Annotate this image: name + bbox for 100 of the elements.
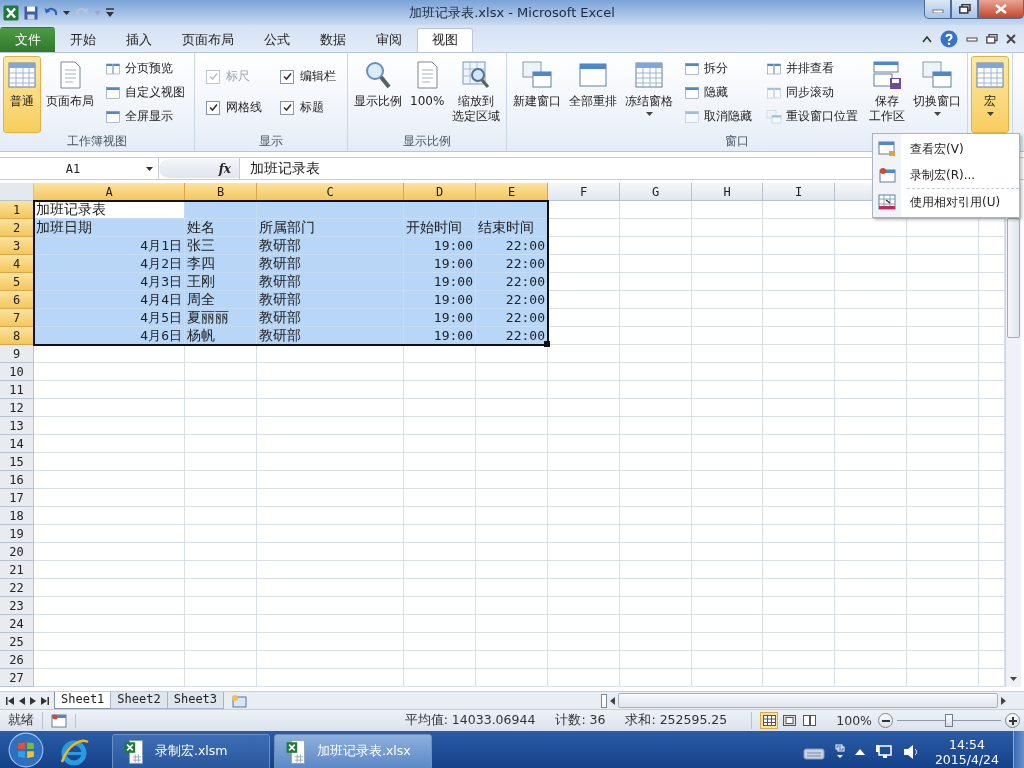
zoom-slider[interactable] bbox=[897, 713, 1001, 728]
column-header[interactable]: I bbox=[763, 183, 835, 201]
row-header[interactable]: 14 bbox=[0, 435, 34, 453]
checkbox[interactable] bbox=[206, 100, 220, 115]
row-header[interactable]: 16 bbox=[0, 471, 34, 489]
ribbon-tab[interactable]: 视图 bbox=[417, 28, 473, 52]
close-button[interactable] bbox=[978, 0, 1024, 19]
windows-icon bbox=[921, 59, 954, 91]
ribbon-button[interactable]: 切换窗口 bbox=[910, 56, 965, 133]
row-header[interactable]: 5 bbox=[0, 273, 34, 291]
menu-item[interactable]: 录制宏(R)... bbox=[873, 162, 1019, 188]
row-header[interactable]: 6 bbox=[0, 291, 34, 309]
column-header[interactable]: C bbox=[257, 183, 404, 201]
ribbon-tab[interactable]: 数据 bbox=[305, 28, 361, 52]
menu-item[interactable]: 使用相对引用(U) bbox=[873, 189, 1019, 215]
row-header[interactable]: 8 bbox=[0, 327, 34, 345]
clock-date[interactable]: 2015/4/24 bbox=[934, 751, 999, 767]
clock-time[interactable]: 14:54 bbox=[948, 736, 985, 752]
insert-function-button[interactable]: fx bbox=[218, 161, 231, 176]
taskbar-button[interactable]: 录制宏.xlsm bbox=[112, 733, 270, 768]
ribbon-button[interactable]: 冻结窗格 bbox=[622, 56, 677, 133]
row-header[interactable]: 11 bbox=[0, 381, 34, 399]
name-box[interactable]: A1 bbox=[0, 158, 159, 179]
row-header[interactable]: 19 bbox=[0, 525, 34, 543]
sheet-tab[interactable]: Sheet3 bbox=[166, 692, 225, 709]
zoom-level[interactable]: 100% bbox=[826, 713, 878, 728]
page-layout-view-button[interactable] bbox=[780, 712, 799, 729]
ribbon-button[interactable]: 页面布局 bbox=[43, 56, 97, 133]
row-header[interactable]: 26 bbox=[0, 651, 34, 669]
row-header[interactable]: 10 bbox=[0, 363, 34, 381]
ribbon-tab[interactable]: 开始 bbox=[55, 28, 111, 52]
row-header[interactable]: 1 bbox=[0, 201, 34, 219]
row-header[interactable]: 2 bbox=[0, 219, 34, 237]
page-break-view-button[interactable] bbox=[800, 712, 819, 729]
row-header[interactable]: 12 bbox=[0, 399, 34, 417]
group-label: 显示比例 bbox=[403, 134, 452, 148]
ribbon-button[interactable]: 隐藏 bbox=[682, 82, 755, 103]
row-header[interactable]: 24 bbox=[0, 615, 34, 633]
formula-input[interactable]: 加班记录表 bbox=[250, 159, 320, 178]
file-tab[interactable]: 文件 bbox=[0, 27, 55, 52]
caret-icon bbox=[986, 112, 994, 116]
row-header[interactable]: 23 bbox=[0, 597, 34, 615]
row-header[interactable]: 13 bbox=[0, 417, 34, 435]
ribbon-button[interactable]: 保存 工作区 bbox=[866, 56, 909, 133]
ribbon-button[interactable]: 普通 bbox=[3, 56, 41, 133]
row-header[interactable]: 15 bbox=[0, 453, 34, 471]
row-header[interactable]: 17 bbox=[0, 489, 34, 507]
row-header[interactable]: 7 bbox=[0, 309, 34, 327]
zoom-out-button[interactable] bbox=[878, 713, 893, 728]
row-header[interactable]: 25 bbox=[0, 633, 34, 651]
row-header[interactable]: 4 bbox=[0, 255, 34, 273]
ribbon-button[interactable]: 显示比例 bbox=[351, 56, 405, 133]
row-header[interactable]: 22 bbox=[0, 579, 34, 597]
status-stat: 求和: 252595.25 bbox=[625, 712, 728, 729]
column-header[interactable]: B bbox=[185, 183, 257, 201]
zoom-in-button[interactable] bbox=[1005, 713, 1020, 728]
sheet-tab[interactable]: Sheet1 bbox=[54, 692, 112, 709]
row-header[interactable]: 3 bbox=[0, 237, 34, 255]
ribbon-tab[interactable]: 页面布局 bbox=[167, 28, 249, 52]
row-header[interactable]: 27 bbox=[0, 669, 34, 687]
fill-handle[interactable] bbox=[544, 341, 550, 347]
menu-item[interactable]: 查看宏(V) bbox=[873, 136, 1019, 162]
zoom-slider-thumb[interactable] bbox=[945, 713, 953, 727]
ribbon-button[interactable]: 分页预览 bbox=[103, 58, 187, 79]
status-stat: 平均值: 14033.06944 bbox=[404, 712, 536, 729]
ribbon-tab[interactable]: 插入 bbox=[111, 28, 167, 52]
checkbox[interactable] bbox=[280, 69, 294, 84]
row-header[interactable]: 9 bbox=[0, 345, 34, 363]
row-header[interactable]: 20 bbox=[0, 543, 34, 561]
scrollbar-thumb[interactable] bbox=[1007, 218, 1020, 338]
ribbon-button[interactable]: 宏 bbox=[971, 56, 1010, 133]
ribbon-button[interactable]: 100% bbox=[407, 56, 448, 133]
scrollbar-thumb[interactable] bbox=[618, 693, 998, 708]
book-icon bbox=[105, 60, 121, 77]
normal-view-button[interactable] bbox=[760, 712, 779, 729]
grid-icon bbox=[974, 59, 1007, 91]
maximize-button[interactable] bbox=[951, 0, 978, 19]
ribbon-button[interactable]: 缩放到 选定区域 bbox=[449, 56, 504, 133]
ribbon-tab[interactable]: 审阅 bbox=[361, 28, 417, 52]
column-header[interactable]: H bbox=[692, 183, 763, 201]
ribbon-button[interactable]: 并排查看 bbox=[764, 58, 861, 79]
row-header[interactable]: 21 bbox=[0, 561, 34, 579]
column-header[interactable]: F bbox=[548, 183, 620, 201]
ribbon-tab[interactable]: 公式 bbox=[249, 28, 305, 52]
checkbox[interactable] bbox=[280, 100, 294, 115]
ribbon-button[interactable]: 拆分 bbox=[682, 58, 755, 79]
ribbon-button[interactable]: 自定义视图 bbox=[103, 82, 187, 103]
row-header[interactable]: 18 bbox=[0, 507, 34, 525]
ribbon-button[interactable]: 全屏显示 bbox=[103, 106, 187, 127]
column-header[interactable]: D bbox=[404, 183, 476, 201]
book-icon bbox=[766, 60, 783, 77]
column-header[interactable]: G bbox=[620, 183, 692, 201]
ribbon-button[interactable]: 全部重排 bbox=[566, 56, 621, 133]
column-header[interactable]: A bbox=[34, 183, 185, 201]
column-header[interactable]: E bbox=[476, 183, 548, 201]
table-cell: 19:00 bbox=[404, 327, 476, 345]
sheet-tab[interactable]: Sheet2 bbox=[110, 692, 168, 709]
ribbon-button[interactable]: 新建窗口 bbox=[510, 56, 565, 133]
minimize-button[interactable] bbox=[924, 0, 951, 19]
table-cell: 教研部 bbox=[257, 291, 404, 309]
